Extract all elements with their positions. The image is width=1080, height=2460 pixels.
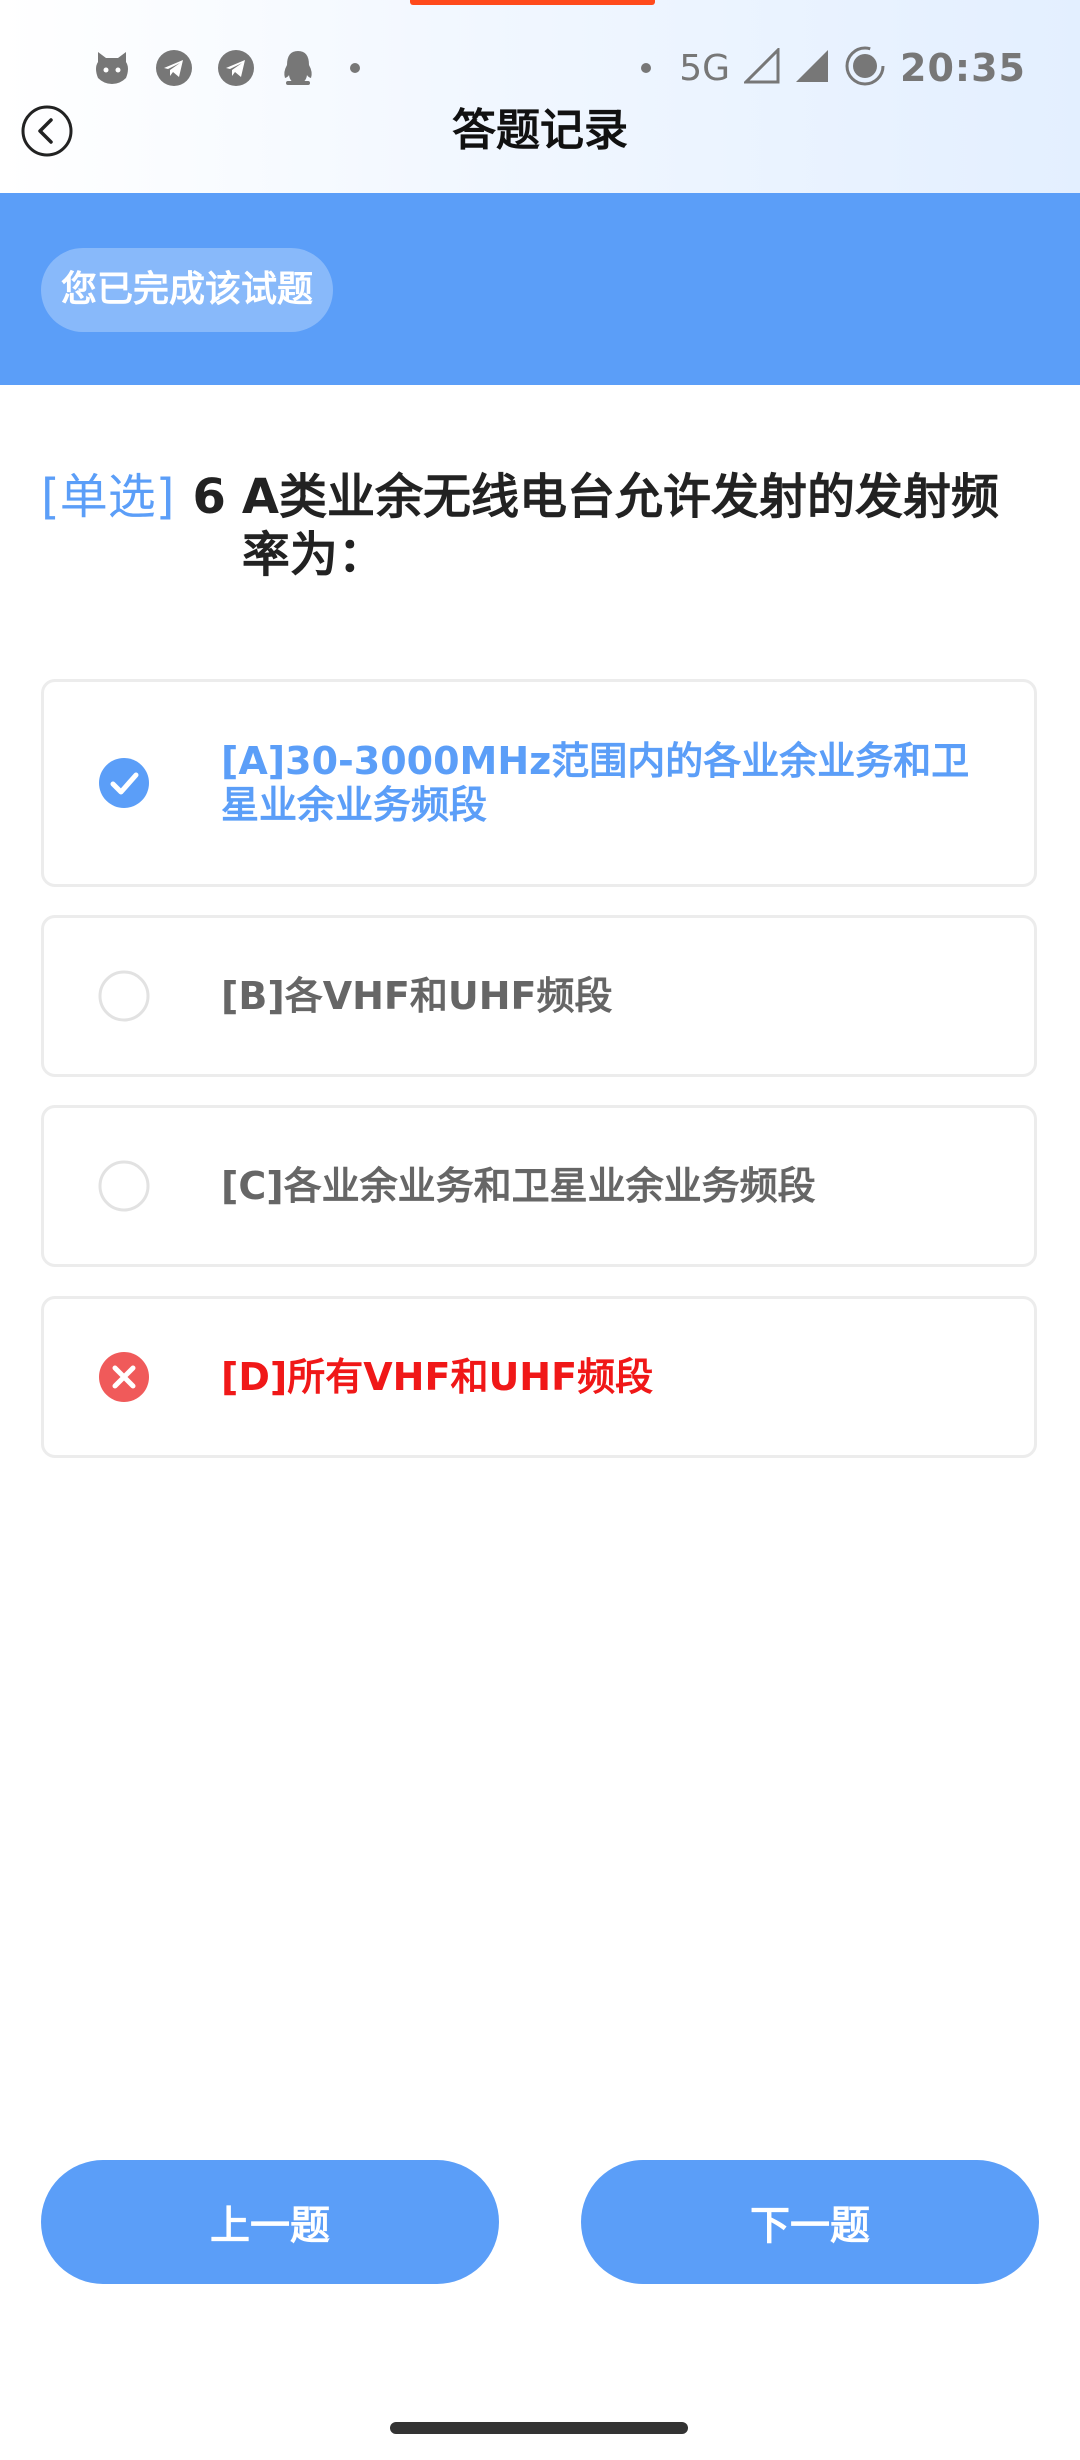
- cross-icon: [99, 1352, 149, 1402]
- option-b[interactable]: [B]各VHF和UHF频段: [41, 915, 1037, 1077]
- network-label: 5G: [679, 47, 731, 89]
- question-type: [单选]: [41, 469, 175, 525]
- check-icon: [99, 758, 149, 808]
- radio-empty-icon: [98, 1160, 150, 1212]
- clock: 20:35: [900, 46, 1026, 90]
- qq-penguin-icon: [278, 48, 318, 88]
- signal-full-icon: [794, 48, 830, 88]
- top-header-area: 5G 20:35 答题记录: [0, 0, 1080, 193]
- status-bar-right: 5G 20:35: [631, 44, 1026, 92]
- cat-app-icon: [92, 48, 132, 88]
- top-accent-bar: [410, 0, 655, 5]
- prev-question-button[interactable]: 上一题: [41, 2160, 499, 2284]
- status-banner: 您已完成该试题: [0, 193, 1080, 385]
- question: [单选] 6 A类业余无线电台允许发射的发射频率为：: [41, 468, 1041, 584]
- question-number: 6: [192, 469, 226, 525]
- status-bar-left-icons: [92, 46, 360, 90]
- page-title: 答题记录: [452, 105, 628, 156]
- indicator-dot-icon: [641, 63, 652, 73]
- telegram-icon: [154, 48, 194, 88]
- home-indicator[interactable]: [390, 2422, 688, 2434]
- option-label: [C]各业余业务和卫星业余业务频段: [221, 1164, 816, 1208]
- signal-icon: [742, 46, 780, 88]
- next-question-button[interactable]: 下一题: [581, 2160, 1039, 2284]
- notification-dot-icon: [350, 63, 360, 73]
- option-label: [B]各VHF和UHF频段: [221, 974, 613, 1018]
- question-text: A类业余无线电台允许发射的发射频率为：: [241, 469, 1000, 583]
- option-a[interactable]: [A]30-3000MHz范围内的各业余业务和卫星业余业务频段: [41, 679, 1037, 887]
- option-label: [D]所有VHF和UHF频段: [221, 1355, 654, 1399]
- telegram-icon: [216, 48, 256, 88]
- option-label: [A]30-3000MHz范围内的各业余业务和卫星业余业务频段: [221, 739, 970, 827]
- option-d[interactable]: [D]所有VHF和UHF频段: [41, 1296, 1037, 1458]
- radio-empty-icon: [98, 970, 150, 1022]
- option-c[interactable]: [C]各业余业务和卫星业余业务频段: [41, 1105, 1037, 1267]
- completed-badge: 您已完成该试题: [41, 248, 334, 332]
- battery-saver-icon: [844, 45, 886, 91]
